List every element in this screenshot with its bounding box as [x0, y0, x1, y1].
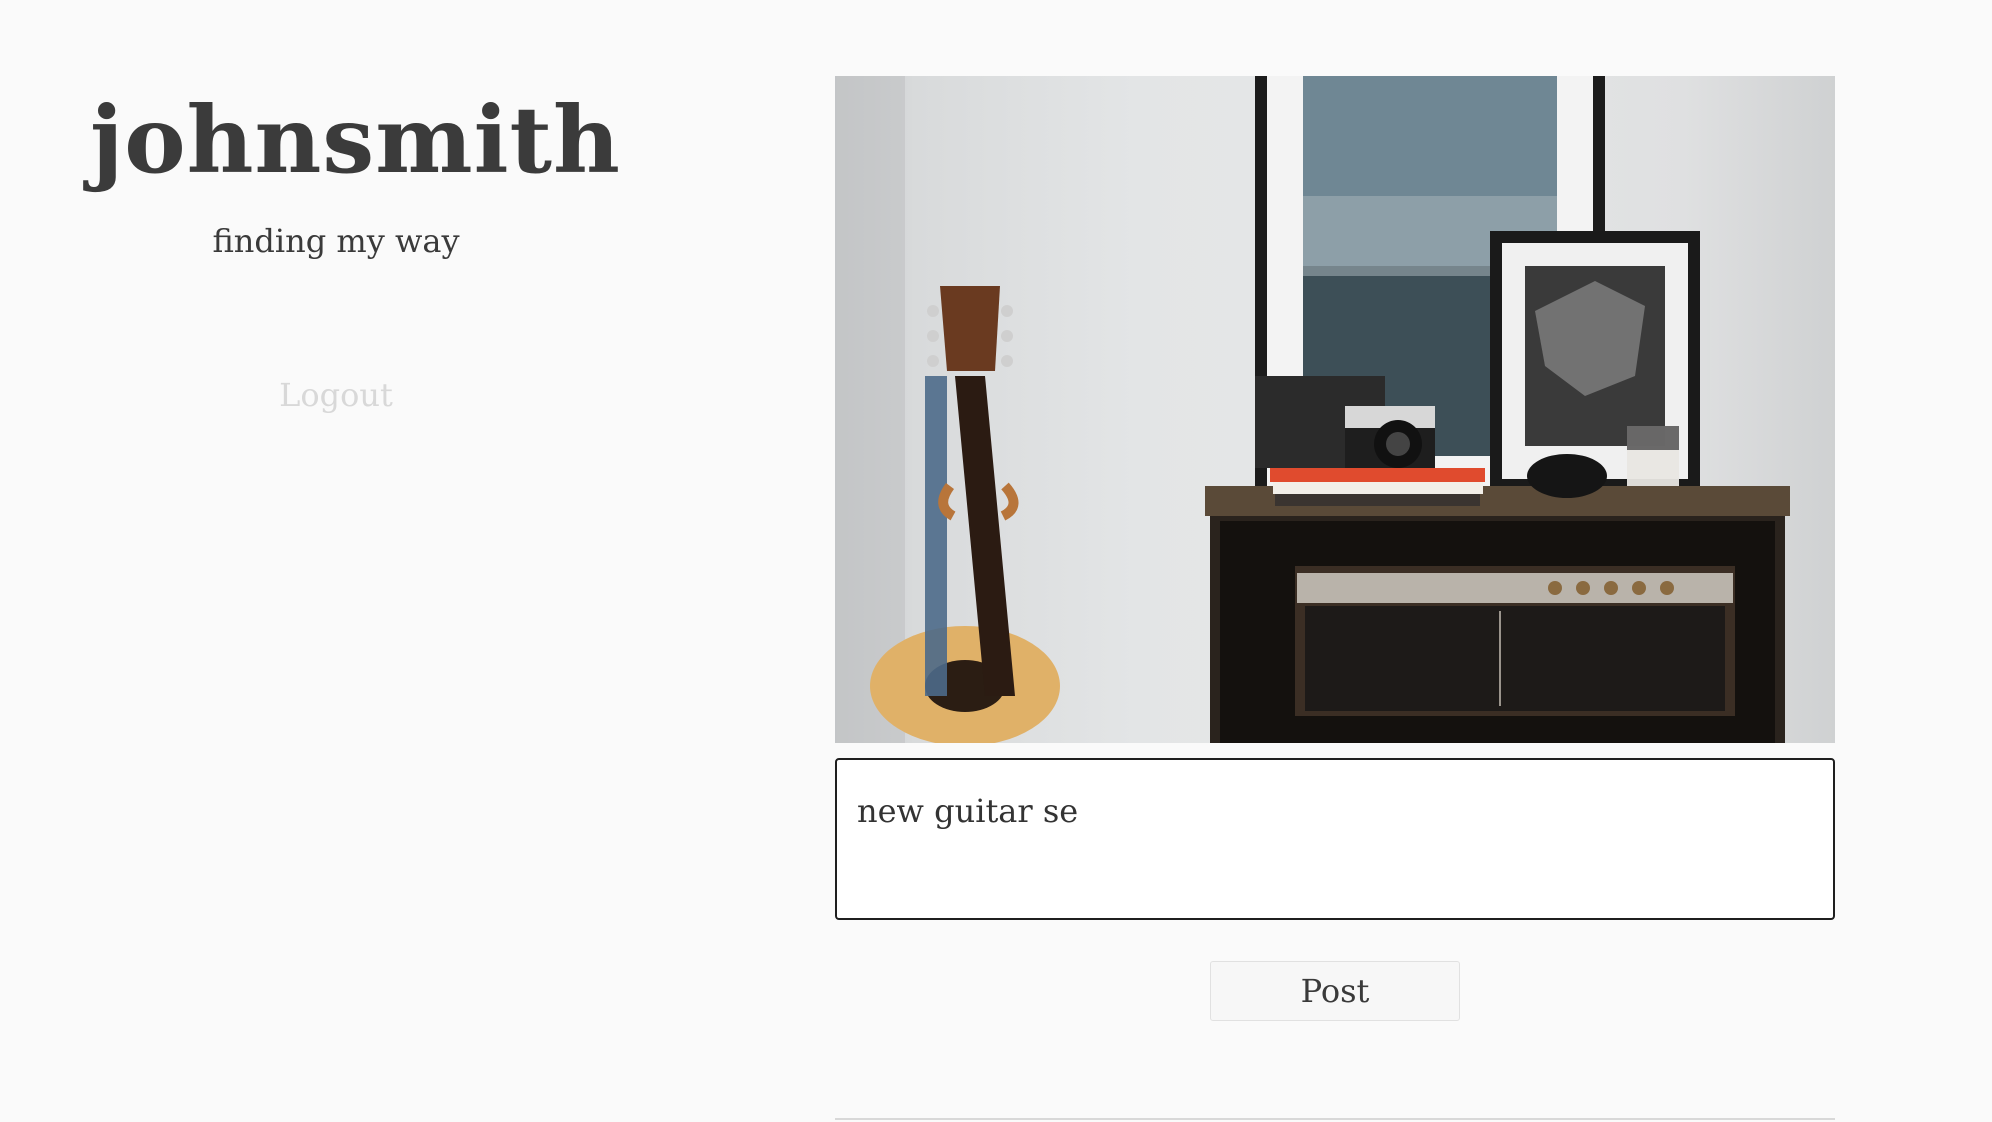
- profile-username: johnsmith: [90, 86, 621, 194]
- logout-link[interactable]: Logout: [279, 376, 393, 414]
- post-image-illustration: [835, 76, 1790, 743]
- post-actions: Post: [835, 961, 1835, 1021]
- profile-tagline: finding my way: [212, 222, 460, 260]
- page: johnsmith finding my way Logout new guit…: [0, 0, 1992, 1122]
- post-button[interactable]: Post: [1210, 961, 1460, 1021]
- divider: [835, 1118, 1835, 1120]
- profile-sidebar: johnsmith finding my way Logout: [90, 80, 621, 414]
- post-image: [835, 76, 1835, 743]
- new-post-form: new guitar se Post: [835, 76, 1835, 1021]
- caption-input[interactable]: new guitar se: [835, 758, 1835, 920]
